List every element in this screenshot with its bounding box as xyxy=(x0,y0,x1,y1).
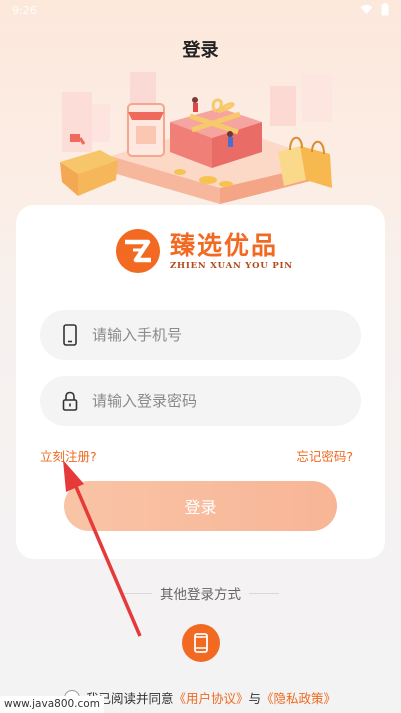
other-login-label: 其他登录方式 xyxy=(160,587,241,603)
user-agreement-link[interactable]: 《用户协议》 xyxy=(174,688,249,707)
watermark: www.java800.com xyxy=(0,696,104,713)
register-link[interactable]: 立刻注册? xyxy=(40,446,97,465)
divider-right xyxy=(249,592,279,594)
password-input[interactable] xyxy=(92,392,342,410)
shopping-illustration xyxy=(60,72,332,204)
agreement-row: 我已阅读并同意 《用户协议》 与 《隐私政策》 xyxy=(64,688,336,707)
brand-logo: 臻选优品 ZHIEN XUAN YOU PIN xyxy=(114,227,293,275)
agreement-conjunction: 与 xyxy=(248,691,262,706)
status-time: 9:26 xyxy=(12,4,37,17)
logo-mark-icon xyxy=(116,229,160,273)
brand-name: 臻选优品 xyxy=(170,231,279,260)
other-login-methods: 其他登录方式 xyxy=(0,583,401,603)
status-bar: 9:26 xyxy=(0,0,401,22)
mobile-phone-icon xyxy=(194,633,208,653)
password-field[interactable] xyxy=(40,376,361,426)
phone-login-button[interactable] xyxy=(182,624,220,662)
brand-pinyin: ZHIEN XUAN YOU PIN xyxy=(170,261,293,271)
battery-icon xyxy=(381,3,389,16)
phone-input[interactable] xyxy=(92,326,342,344)
privacy-policy-link[interactable]: 《隐私政策》 xyxy=(261,688,336,707)
phone-field[interactable] xyxy=(40,310,361,360)
phone-icon xyxy=(63,324,77,346)
wifi-icon xyxy=(360,4,373,15)
page-title: 登录 xyxy=(182,40,219,61)
login-button[interactable]: 登录 xyxy=(64,481,337,531)
divider-left xyxy=(122,592,152,594)
forgot-password-link[interactable]: 忘记密码? xyxy=(296,446,353,465)
login-card: 臻选优品 ZHIEN XUAN YOU PIN 立刻注册? 忘记密码? 登录 xyxy=(16,205,385,559)
lock-icon xyxy=(62,391,78,411)
